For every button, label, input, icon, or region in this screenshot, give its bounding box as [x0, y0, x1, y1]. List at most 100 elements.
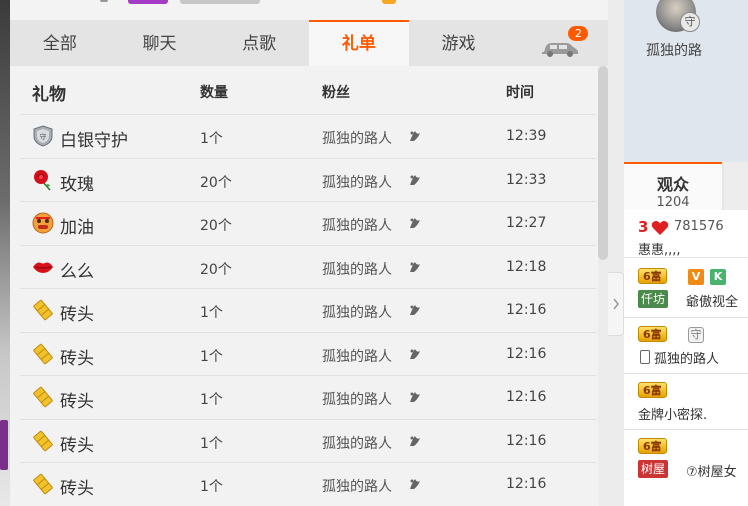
gift-count: 1个 [200, 392, 223, 408]
gift-panel: 全部 聊天 点歌 礼单 游戏 2 礼物 数量 粉丝 时间 守白银守护 1个 孤独的路… [10, 20, 608, 506]
cheer-face-icon [32, 212, 54, 234]
tab-song-request[interactable]: 点歌 [209, 20, 309, 66]
gift-count: 1个 [200, 348, 223, 365]
audience-item[interactable]: 6富 树屋 ⑦树屋女 [624, 430, 748, 490]
gift-time: 12:16 [506, 302, 547, 318]
gift-time: 12:16 [506, 345, 547, 362]
video-backdrop [0, 0, 10, 506]
brick-icon [32, 473, 54, 495]
fan-name[interactable]: 孤独的路人 [322, 389, 392, 409]
heart-icon [651, 221, 669, 235]
user-id: 781576 [674, 219, 724, 234]
fan-badge-icon [408, 477, 422, 491]
fortune-badge: 6富 [638, 268, 667, 284]
gift-name: 砖头 [60, 435, 94, 456]
gift-count: 1个 [200, 305, 223, 321]
gift-name: 白银守护 [60, 131, 128, 151]
brick-icon [32, 299, 54, 321]
table-row: 加油 20个 孤独的路人 12:27 [20, 201, 596, 245]
gift-list: 守白银守护 1个 孤独的路人 12:39 玫瑰 20个 孤独的路人 12:33 加油 20个 孤独的… [20, 114, 596, 506]
fan-name[interactable]: 孤独的路人 [322, 215, 392, 235]
car-notification-badge: 2 [568, 26, 589, 41]
scrollbar-thumb[interactable] [598, 66, 608, 260]
fan-badge-icon [408, 303, 422, 317]
k-badge: K [710, 269, 726, 285]
tab-chat[interactable]: 聊天 [110, 20, 210, 66]
audience-item[interactable]: 3 781576 惠惠,,,, [624, 210, 748, 258]
user-name: 孤独的路人 [654, 352, 720, 367]
table-row: 砖头 1个 孤独的路人 12:16 [20, 418, 596, 463]
gift-count: 1个 [200, 479, 223, 495]
decoration [382, 0, 396, 4]
fan-name[interactable]: 孤独的路人 [322, 128, 392, 148]
brick-icon [32, 430, 54, 452]
fan-badge-icon [408, 347, 422, 361]
tab-all[interactable]: 全部 [10, 20, 110, 66]
gift-name: 砖头 [60, 479, 94, 499]
tab-audience[interactable]: 观众 1204 [624, 162, 722, 210]
fan-name[interactable]: 孤独的路人 [322, 259, 392, 279]
anchor-avatar-wrap[interactable]: 守 [650, 0, 710, 42]
fan-name[interactable]: 孤独的路人 [322, 476, 392, 496]
table-row: 砖头 1个 孤独的路人 12:16 [20, 375, 596, 419]
user-name: 惠惠,,,, [638, 243, 681, 258]
table-row: 砖头 1个 孤独的路人 12:16 [20, 288, 596, 332]
gift-count: 20个 [200, 261, 232, 278]
silver-guard-icon: 守 [32, 125, 54, 147]
header-count: 数量 [200, 85, 228, 101]
gift-time: 12:18 [506, 258, 547, 275]
gift-name: 砖头 [60, 392, 94, 412]
tab-bar: 全部 聊天 点歌 礼单 游戏 2 [10, 20, 608, 66]
header-fan: 粉丝 [322, 85, 350, 101]
audience-label: 观众 [656, 175, 689, 194]
gift-count: 1个 [200, 131, 223, 147]
fan-badge-icon [408, 129, 422, 143]
gift-time: 12:16 [506, 389, 547, 405]
audience-item[interactable]: 6富 金牌小密探. [624, 374, 748, 430]
chevron-right-icon [612, 298, 619, 310]
audience-item[interactable]: 6富 守 孤独的路人 [624, 318, 748, 374]
divider [608, 0, 624, 506]
tab-gift-list[interactable]: 礼单 [309, 20, 409, 66]
collapse-handle[interactable] [608, 272, 624, 336]
fan-name[interactable]: 孤独的路人 [322, 172, 392, 192]
tab-game[interactable]: 游戏 [409, 20, 509, 66]
tab-car[interactable]: 2 [508, 20, 608, 66]
anchor-username[interactable]: 孤独的路 [646, 40, 702, 60]
fan-badge-icon [408, 173, 422, 187]
table-row: 玫瑰 20个 孤独的路人 12:33 [20, 157, 596, 202]
level-number: 3 [638, 218, 649, 236]
audience-item[interactable]: 6富 V K 仟坊 爺傲视全 [624, 258, 748, 318]
fan-name[interactable]: 孤独的路人 [322, 433, 392, 453]
gift-name: 加油 [60, 218, 94, 238]
fan-badge-icon [408, 390, 422, 404]
fan-name[interactable]: 孤独的路人 [322, 302, 392, 322]
top-strip [10, 0, 608, 20]
audience-panel: 观众 1204 3 781576 惠惠,,,, 6富 V K 仟坊 爺傲视全 6… [624, 162, 748, 506]
phone-icon [640, 350, 650, 364]
lips-icon [32, 256, 54, 278]
svg-text:守: 守 [40, 132, 47, 141]
user-name: 爺傲视全 [686, 295, 739, 310]
v-badge: V [688, 269, 704, 285]
header-gift: 礼物 [32, 85, 66, 105]
gift-time: 12:33 [506, 171, 547, 188]
gift-name: 砖头 [60, 348, 94, 369]
gift-name: 么么 [60, 261, 94, 282]
fan-name[interactable]: 孤独的路人 [322, 346, 392, 366]
brick-icon [32, 343, 54, 365]
fan-badge-icon [408, 434, 422, 448]
table-header: 礼物 数量 粉丝 时间 [20, 66, 596, 114]
gift-count: 20个 [200, 174, 232, 191]
guard-badge: 守 [680, 12, 700, 32]
gift-name: 玫瑰 [60, 174, 94, 195]
gift-time: 12:27 [506, 215, 547, 231]
fan-badge-icon [408, 260, 422, 274]
guard-badge: 守 [688, 327, 704, 343]
fortune-badge: 6富 [638, 326, 667, 342]
rose-icon [32, 169, 54, 191]
fortune-badge: 6富 [638, 382, 667, 398]
car-icon [542, 43, 579, 57]
fan-badge-icon [408, 216, 422, 230]
tab-secondary[interactable] [724, 162, 748, 210]
